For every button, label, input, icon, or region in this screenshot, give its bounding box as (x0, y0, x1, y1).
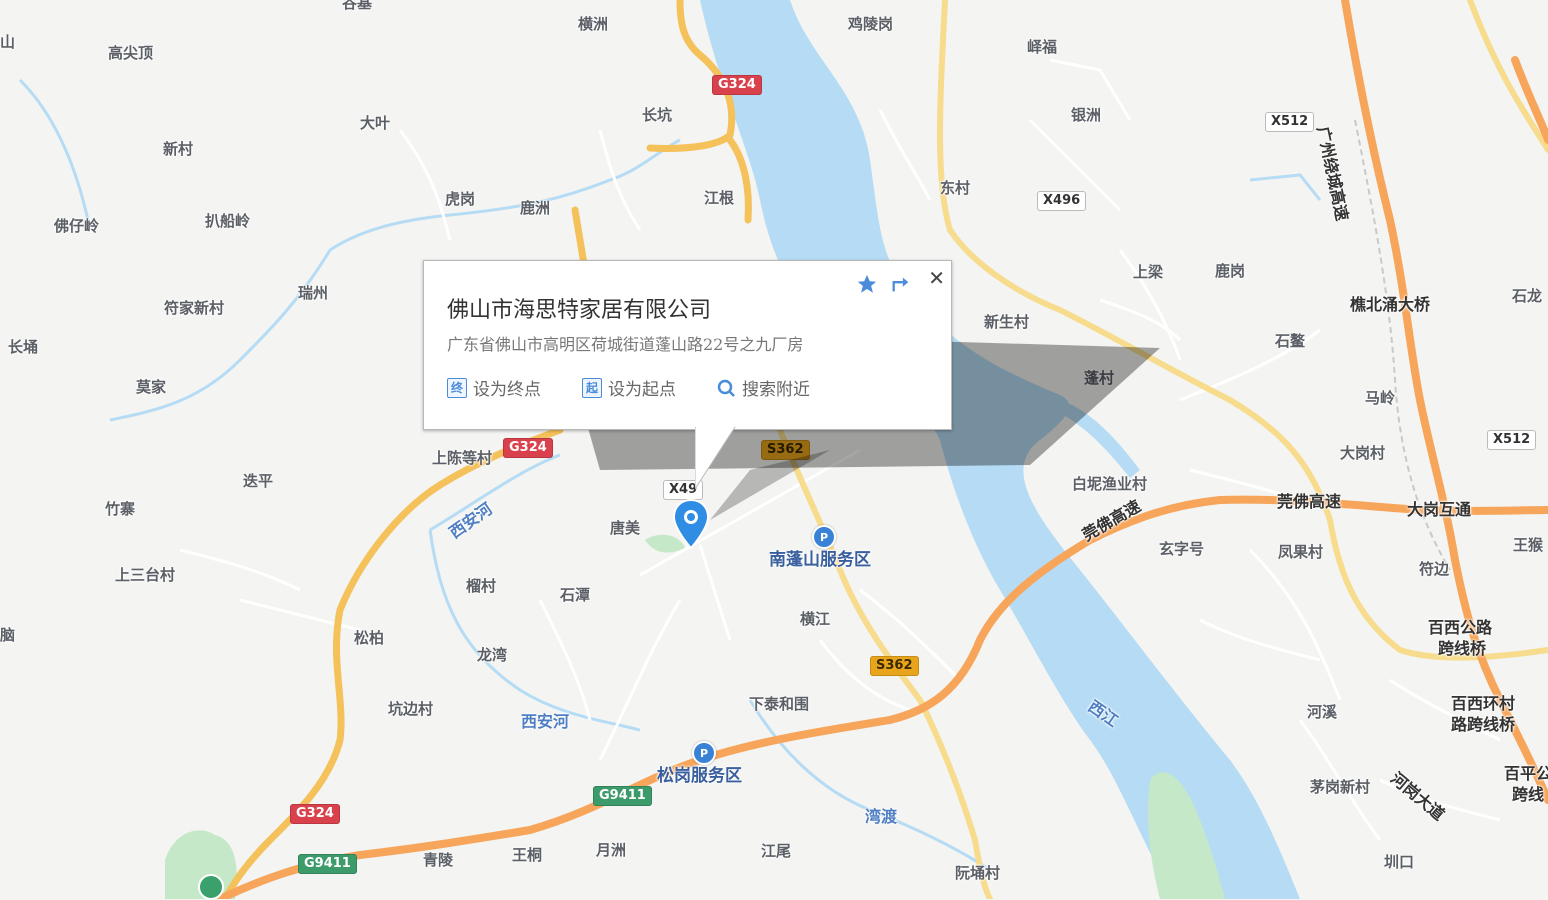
map-label: 龙湾 (477, 646, 508, 664)
map-label: 松柏 (354, 629, 385, 647)
search-nearby-icon (717, 379, 735, 397)
search-nearby-button[interactable]: 搜索附近 (716, 375, 810, 400)
map-label: 横洲 (578, 15, 609, 33)
road-shield: G324 (290, 804, 340, 824)
map-label: 石鳌 (1275, 332, 1306, 350)
favorite-star-icon[interactable] (856, 273, 878, 295)
map-label: 银洲 (1071, 106, 1102, 124)
poi-label[interactable]: 跨线桥 (1438, 641, 1486, 657)
map-label: 月洲 (596, 841, 627, 859)
set-destination-label: 设为终点 (473, 380, 541, 400)
map-label: 脑 (0, 626, 16, 644)
road-shield: X512 (1487, 430, 1537, 450)
map-label: 大叶 (360, 114, 391, 132)
map-label: 王桐 (512, 846, 543, 864)
map-label: 迭平 (243, 472, 274, 490)
map-label: 佛仔岭 (54, 217, 100, 235)
map-label: 莫家 (136, 378, 167, 396)
poi-label[interactable]: 百平公 (1504, 766, 1548, 782)
map-label: 新生村 (984, 313, 1030, 331)
map-label: 大岗村 (1340, 444, 1386, 462)
map-label: 茅岗新村 (1310, 778, 1371, 796)
map-label: 鹿洲 (520, 199, 551, 217)
map-label: 山 (0, 33, 16, 51)
popup-title: 佛山市海思特家居有限公司 (447, 298, 712, 323)
map-label: 谷基 (342, 0, 373, 12)
poi-label[interactable]: 百西环村 (1451, 696, 1515, 712)
map-label: 新村 (163, 140, 194, 158)
map-label: 长埇 (8, 338, 39, 356)
map-label: 横江 (800, 610, 831, 628)
road-label: 莞佛高速 (1277, 492, 1342, 511)
poi-label[interactable]: 南蓬山服务区 (769, 552, 871, 569)
road-shield: X496 (1037, 191, 1087, 211)
destination-icon: 终 (447, 377, 467, 398)
popup-pointer (695, 427, 736, 490)
map-label: 下泰和围 (749, 695, 810, 713)
poi-label[interactable]: 路跨线桥 (1451, 717, 1515, 733)
map-label: 马岭 (1365, 389, 1396, 407)
map-label: 圳口 (1384, 853, 1415, 871)
map-label: 高尖顶 (108, 44, 154, 62)
poi-label: 湾渡 (865, 807, 898, 826)
poi-label[interactable]: 大岗互通 (1407, 502, 1471, 518)
map-label: 长坑 (642, 106, 673, 124)
map-label: 上陈等村 (432, 449, 493, 467)
map-label: 坑边村 (388, 700, 434, 718)
map-label: 河溪 (1307, 703, 1338, 721)
map-label: 玄字号 (1159, 540, 1205, 558)
road-shield: G9411 (593, 786, 652, 806)
set-destination-button[interactable]: 终 设为终点 (447, 375, 541, 400)
road-shield: S362 (870, 656, 919, 676)
map-label: 江尾 (761, 842, 792, 860)
road-shield: G324 (712, 75, 762, 95)
info-popup: 佛山市海思特家居有限公司 广东省佛山市高明区荷城街道蓬山路22号之九厂房 终 设… (423, 260, 952, 430)
map-label: 王猴 (1513, 536, 1544, 554)
road-shield: G9411 (298, 854, 357, 874)
map-label: 扒船岭 (205, 212, 251, 230)
road-shield: X512 (1265, 112, 1315, 132)
road-shield: G324 (503, 438, 553, 458)
map-label: 青陵 (423, 851, 454, 869)
water-label: 西安河 (521, 712, 570, 731)
poi-label[interactable]: 百西公路 (1428, 620, 1492, 636)
map-label: 鹿岗 (1215, 262, 1246, 280)
map-label: 符家新村 (164, 299, 225, 317)
close-icon[interactable]: ✕ (928, 266, 945, 290)
location-pin-icon[interactable] (672, 498, 710, 550)
map-label: 峄福 (1027, 38, 1058, 56)
search-nearby-label: 搜索附近 (742, 380, 810, 400)
map-label: 榴村 (466, 577, 497, 595)
map-label: 石潭 (560, 586, 591, 604)
map-label: 上梁 (1133, 263, 1164, 281)
map-label: 上三台村 (115, 566, 176, 584)
map-label: 瑞州 (298, 284, 329, 302)
map-label: 石龙 (1512, 287, 1543, 305)
poi-label[interactable]: 樵北涌大桥 (1350, 297, 1430, 313)
map-label: 虎岗 (445, 190, 476, 208)
map-label: 鸡陵岗 (848, 15, 894, 33)
map-label: 竹寨 (105, 500, 136, 518)
camera-icon[interactable] (198, 874, 224, 900)
map-label: 凤果村 (1278, 543, 1324, 561)
map-label: 符边 (1419, 560, 1450, 578)
origin-icon: 起 (582, 377, 602, 398)
map-label: 阮埇村 (955, 864, 1001, 882)
set-origin-label: 设为起点 (608, 380, 676, 400)
service-area-icon[interactable]: P (692, 741, 716, 765)
popup-address: 广东省佛山市高明区荷城街道蓬山路22号之九厂房 (447, 335, 804, 354)
map-label: 东村 (940, 179, 971, 197)
set-origin-button[interactable]: 起 设为起点 (582, 375, 676, 400)
map-label: 江根 (704, 189, 735, 207)
poi-label[interactable]: 跨线 (1512, 787, 1544, 803)
share-icon[interactable] (890, 273, 912, 295)
poi-label[interactable]: 松岗服务区 (657, 768, 742, 785)
